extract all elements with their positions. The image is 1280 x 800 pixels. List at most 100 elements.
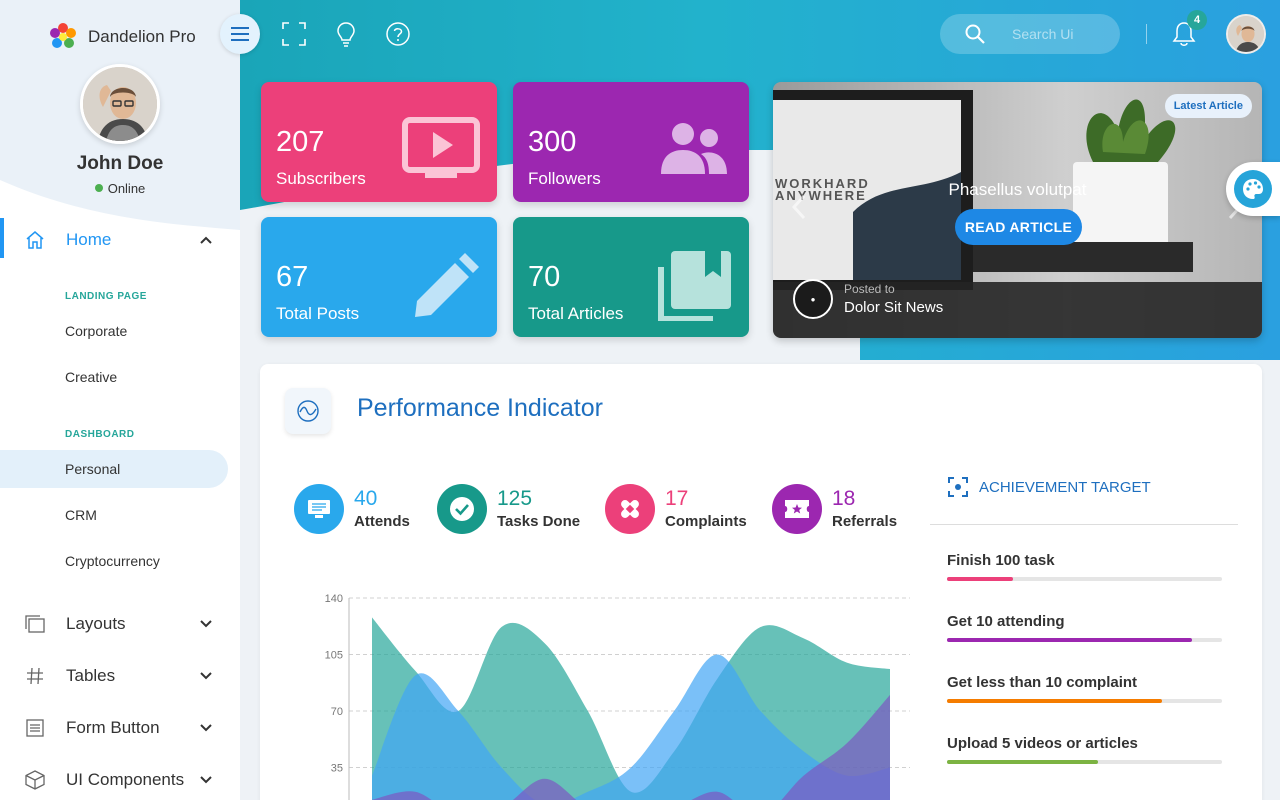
sidebar-item-label: UI Components [66,770,185,789]
achievement-item: Get 10 attending [947,613,1222,642]
achievement-progress [947,699,1222,703]
achievement-label: Get 10 attending [947,613,1065,630]
monitor-icon [294,484,344,534]
sidebar-item-creative[interactable]: Creative [0,354,240,400]
sidebar-item-label: Home [66,230,112,249]
cube-icon [24,769,46,791]
list-icon [24,717,46,739]
app-name: Dandelion Pro [88,27,196,46]
chevron-down-icon[interactable] [194,612,218,636]
hamburger-icon [231,27,249,41]
achievement-label: Finish 100 task [947,552,1055,569]
sidebar-nav: Home LANDING PAGE Corporate Creative DAS… [0,218,240,800]
menu-toggle-button[interactable] [220,14,260,54]
stat-value: 70 [528,261,561,293]
hash-icon [24,665,46,687]
user-name: John Doe [76,153,164,174]
posted-to-label: Posted to [844,282,895,296]
library-icon [658,251,731,321]
achievement-label: Upload 5 videos or articles [947,735,1138,752]
sidebar: Dandelion Pro John Doe Online Home LANDI… [0,0,240,800]
read-article-button[interactable]: READ ARTICLE [955,209,1082,245]
achievement-progress [947,760,1222,764]
pencil-icon [415,253,479,317]
pixabay-logo-icon: ● [793,279,833,319]
nav-section-landing-page: LANDING PAGE [65,291,147,302]
lightbulb-icon [337,22,355,47]
stat-card-total-posts[interactable]: 67 Total Posts [261,217,497,337]
sidebar-item-cryptocurrency[interactable]: Cryptocurrency [0,538,240,584]
sidebar-item-corporate[interactable]: Corporate [0,308,240,354]
sidebar-item-crm[interactable]: CRM [0,492,240,538]
stat-value: 300 [528,126,577,158]
sidebar-profile: Dandelion Pro John Doe Online [0,0,240,230]
search-input[interactable] [1012,26,1112,42]
theme-palette-button[interactable] [1226,162,1280,216]
stat-card-total-articles[interactable]: 70 Total Articles [513,217,749,337]
dandelion-logo-icon [50,23,76,48]
latest-article-card[interactable]: WORKHARD ANYWHERE Latest Article Phasell… [773,82,1262,338]
achievement-divider [930,524,1238,525]
stat-label: Total Posts [276,304,360,323]
user-status: Online [0,181,240,196]
achievement-item: Upload 5 videos or articles [947,735,1222,764]
fullscreen-button[interactable] [281,21,307,47]
stat-label: Followers [528,169,601,188]
sidebar-item-layouts[interactable]: Layouts [0,598,240,650]
stat-card-followers[interactable]: 300 Followers [513,82,749,202]
panel-title: Performance Indicator [357,394,603,422]
kpi-value: 40 [354,487,378,510]
nav-section-dashboard: DASHBOARD [65,429,135,440]
y-tick-label: 105 [325,650,343,662]
achievement-progress-fill [947,577,1013,581]
posted-to-name[interactable]: Dolor Sit News [844,299,943,316]
sidebar-item-tables[interactable]: Tables [0,650,240,702]
stat-card-subscribers[interactable]: 207 Subscribers [261,82,497,202]
kpi-label: Attends [354,513,410,530]
palette-icon [1243,179,1263,199]
chevron-left-icon[interactable] [789,192,809,222]
bandage-icon [605,484,655,534]
chevron-down-icon[interactable] [194,716,218,740]
kpi-label: Complaints [665,513,747,530]
topbar-divider [1146,24,1147,44]
chevron-down-icon[interactable] [194,768,218,792]
brand[interactable]: Dandelion Pro [48,22,196,52]
stat-label: Total Articles [528,304,624,323]
performance-area-chart: 140 105 70 35 [325,593,910,800]
kpi-value: 17 [665,487,689,510]
user-avatar-button[interactable] [1226,14,1266,54]
chevron-down-icon[interactable] [194,664,218,688]
fullscreen-icon [282,22,306,46]
people-icon [661,123,727,174]
profile-avatar[interactable] [80,64,160,144]
sidebar-item-home[interactable]: Home [0,218,240,262]
sidebar-item-label: Form Button [66,718,160,737]
kpi-complaints: 17 Complaints [605,484,747,534]
kpi-label: Referrals [832,513,898,530]
search-box[interactable] [940,14,1120,54]
sidebar-item-form-button[interactable]: Form Button [0,702,240,754]
sidebar-item-ui-components[interactable]: UI Components [0,754,240,800]
stat-value: 207 [276,126,325,158]
stat-value: 67 [276,261,309,293]
achievement-heading: ACHIEVEMENT TARGET [979,478,1151,496]
ticket-icon [772,484,822,534]
performance-panel: Performance Indicator 40 Attends 125 Tasks… [260,364,1262,800]
achievement-progress [947,638,1222,642]
help-button[interactable] [385,21,411,47]
theme-tip-button[interactable] [333,21,359,47]
sidebar-item-personal[interactable]: Personal [0,450,228,488]
chevron-up-icon[interactable] [194,228,218,252]
kpi-tasks-done: 125 Tasks Done [437,484,580,534]
pulse-icon [285,388,331,434]
check-icon [437,484,487,534]
online-dot [94,184,103,192]
tv-play-icon [402,117,480,178]
search-icon [965,24,985,44]
target-focus-icon [948,477,968,497]
y-tick-label: 35 [331,763,343,775]
latest-article-tag: Latest Article [1164,94,1252,118]
home-icon [24,229,46,251]
sidebar-item-label: Tables [66,666,116,685]
